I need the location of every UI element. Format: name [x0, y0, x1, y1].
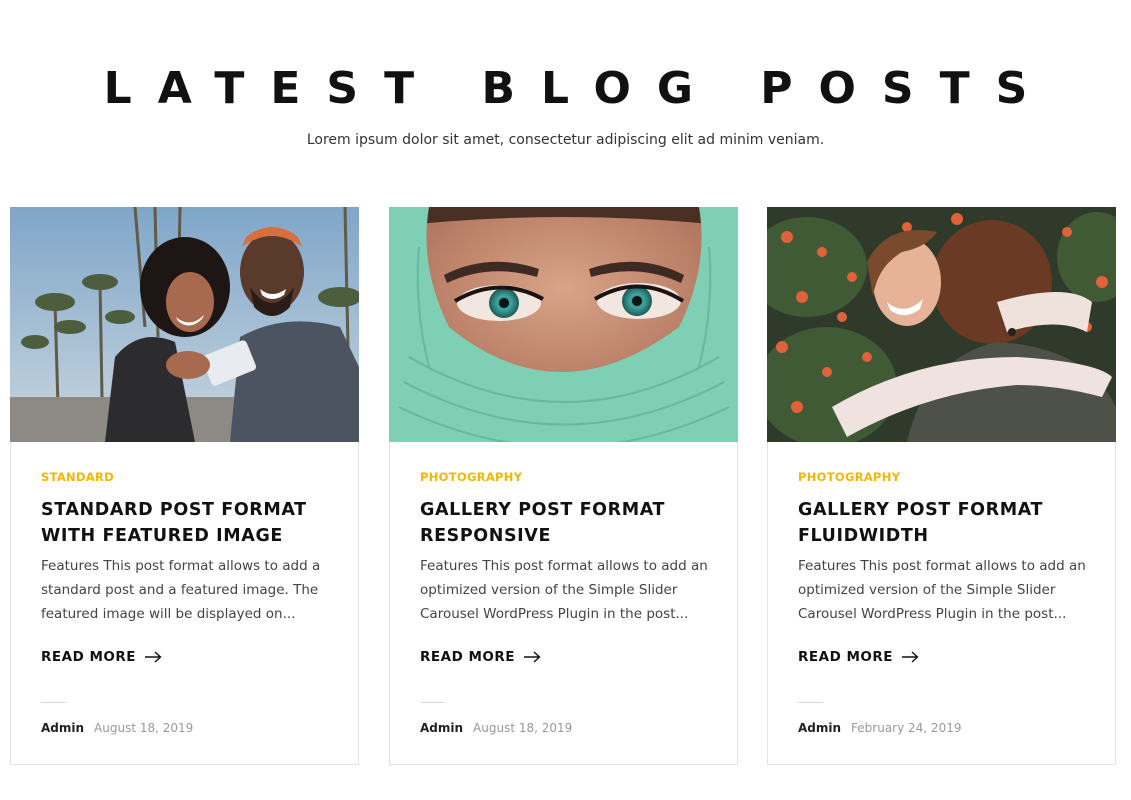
meta-divider [798, 702, 823, 703]
post-title[interactable]: GALLERY POST FORMAT RESPONSIVE [420, 497, 720, 549]
arrow-right-icon [902, 651, 919, 663]
blog-post-card: STANDARD STANDARD POST FORMAT WITH FEATU… [10, 207, 359, 765]
arrow-right-icon [145, 651, 162, 663]
section-subtitle: Lorem ipsum dolor sit amet, consectetur … [306, 132, 825, 148]
read-more-label: READ MORE [420, 649, 515, 665]
post-author[interactable]: Admin [420, 720, 463, 736]
post-date: August 18, 2019 [473, 721, 573, 735]
post-excerpt: Features This post format allows to add … [798, 558, 1086, 622]
post-date: August 18, 2019 [94, 721, 194, 735]
post-meta: Admin August 18, 2019 [41, 720, 193, 736]
post-title[interactable]: STANDARD POST FORMAT WITH FEATURED IMAGE [41, 497, 341, 549]
post-title[interactable]: GALLERY POST FORMAT FLUIDWIDTH [798, 497, 1098, 549]
post-meta: Admin August 18, 2019 [420, 720, 572, 736]
meta-divider [41, 702, 66, 703]
post-featured-image[interactable] [10, 207, 359, 442]
post-featured-image[interactable] [389, 207, 738, 442]
meta-divider [420, 702, 445, 703]
section-title: LATEST BLOG POSTS [103, 63, 1054, 114]
post-author[interactable]: Admin [798, 720, 841, 736]
post-author[interactable]: Admin [41, 720, 84, 736]
post-excerpt: Features This post format allows to add … [41, 558, 321, 622]
couple-selfie-photo-icon [10, 207, 359, 442]
arrow-right-icon [524, 651, 541, 663]
read-more-link[interactable]: READ MORE [420, 648, 541, 666]
read-more-link[interactable]: READ MORE [798, 648, 919, 666]
post-meta: Admin February 24, 2019 [798, 720, 961, 736]
read-more-label: READ MORE [798, 649, 893, 665]
post-featured-image[interactable] [767, 207, 1116, 442]
blog-post-card: PHOTOGRAPHY GALLERY POST FORMAT RESPONSI… [389, 207, 738, 765]
read-more-label: READ MORE [41, 649, 136, 665]
post-category[interactable]: PHOTOGRAPHY [420, 470, 522, 484]
post-excerpt: Features This post format allows to add … [420, 558, 708, 622]
post-date: February 24, 2019 [851, 721, 962, 735]
woman-eyes-green-scarf-photo-icon [389, 207, 738, 442]
friends-hugging-photo-icon [767, 207, 1116, 442]
post-category[interactable]: PHOTOGRAPHY [798, 470, 900, 484]
read-more-link[interactable]: READ MORE [41, 648, 162, 666]
blog-post-card: PHOTOGRAPHY GALLERY POST FORMAT FLUIDWID… [767, 207, 1116, 765]
post-category[interactable]: STANDARD [41, 470, 114, 484]
